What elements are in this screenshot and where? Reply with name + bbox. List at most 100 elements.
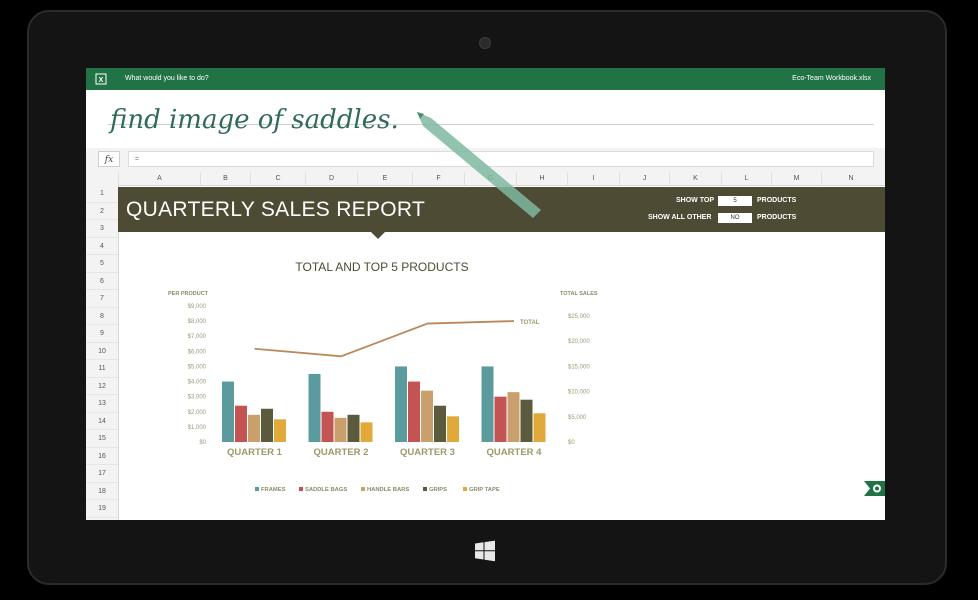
y-tick-label: $7,000 [188, 334, 207, 340]
column-header[interactable]: G [464, 172, 516, 185]
bar [507, 392, 520, 442]
column-headers: ABCDEFGHIJKLMN [86, 172, 885, 186]
windows-logo-icon[interactable] [474, 540, 496, 562]
row-header[interactable]: 11 [86, 360, 118, 378]
camera-icon [479, 37, 491, 49]
legend-swatch [299, 487, 303, 491]
show-other-label: SHOW ALL OTHER [648, 214, 712, 221]
y-tick-label: $3,000 [188, 395, 207, 401]
legend-label: GRIPS [429, 487, 447, 493]
insert-function-button[interactable]: fx [98, 151, 120, 167]
workbook-name: Eco-Team Workbook.xlsx [792, 75, 871, 82]
y-tick-label: $4,000 [188, 380, 207, 386]
banner-pointer [371, 232, 385, 239]
column-header[interactable]: H [516, 172, 567, 185]
bar [222, 381, 234, 442]
bar [235, 405, 247, 442]
column-header[interactable]: F [412, 172, 464, 185]
report-banner: QUARTERLY SALES REPORT SHOW TOP 5 PRODUC… [118, 187, 885, 239]
column-header[interactable]: C [250, 172, 305, 185]
excel-logo-icon: X [95, 73, 107, 85]
legend-swatch [255, 487, 259, 491]
tell-me-search[interactable]: What would you like to do? [125, 75, 209, 82]
bar [347, 414, 360, 442]
row-header[interactable]: 17 [86, 465, 118, 483]
row-header[interactable]: 5 [86, 255, 118, 273]
formula-bar: fx = [86, 148, 885, 173]
y-tick-label: $6,000 [188, 349, 207, 355]
bar [494, 396, 507, 442]
legend-label: HANDLE BARS [367, 487, 409, 493]
column-header[interactable]: M [771, 172, 821, 185]
row-header[interactable]: 18 [86, 483, 118, 500]
sales-chart[interactable]: TOTAL AND TOP 5 PRODUCTS PER PRODUCT TOTAL… [118, 240, 885, 510]
column-header[interactable]: L [721, 172, 771, 185]
bar [447, 416, 459, 442]
row-header[interactable]: 6 [86, 273, 118, 290]
row-header[interactable]: 16 [86, 448, 118, 465]
y2-tick-label: $10,000 [568, 390, 590, 396]
row-header[interactable]: 13 [86, 395, 118, 413]
row-header[interactable]: 14 [86, 413, 118, 430]
show-top-label: SHOW TOP [676, 197, 714, 204]
row-header[interactable]: 7 [86, 290, 118, 308]
ink-text: find image of saddles. [108, 105, 399, 135]
y-tick-label: $2,000 [188, 410, 207, 416]
ink-input-area[interactable]: find image of saddles. [86, 90, 885, 149]
bar [334, 417, 347, 442]
bar [533, 413, 546, 442]
row-headers: 1 2 3 4 5 6 7 8 9 10 11 12 13 14 15 16 17 18 19 [86, 185, 119, 520]
bar [481, 366, 494, 442]
formula-input[interactable]: = [128, 151, 874, 167]
row-header[interactable]: 8 [86, 308, 118, 325]
row-header[interactable]: 9 [86, 325, 118, 343]
navigation-flag[interactable] [864, 481, 885, 496]
x-tick-label: QUARTER 2 [314, 447, 369, 458]
bar [248, 414, 260, 442]
show-top-input[interactable]: 5 [718, 196, 752, 206]
chart-title: TOTAL AND TOP 5 PRODUCTS [295, 260, 468, 274]
column-header[interactable]: A [118, 172, 200, 185]
x-tick-label: QUARTER 3 [400, 447, 455, 458]
bar [421, 390, 433, 442]
y-tick-label: $8,000 [188, 319, 207, 325]
y-tick-label: $1,000 [188, 425, 207, 431]
title-bar: X What would you like to do? Eco-Team Wo… [86, 68, 885, 90]
column-header[interactable]: J [619, 172, 669, 185]
show-other-input[interactable]: NO [718, 213, 752, 223]
row-header[interactable]: 19 [86, 500, 118, 518]
y-axis-label: PER PRODUCT [168, 291, 209, 297]
y2-tick-label: $15,000 [568, 364, 590, 370]
column-header[interactable]: D [305, 172, 357, 185]
column-header[interactable]: E [357, 172, 412, 185]
bar [395, 366, 407, 442]
y2-tick-label: $20,000 [568, 339, 590, 345]
nav-circle-icon [864, 481, 881, 496]
show-top-suffix: PRODUCTS [757, 197, 797, 204]
svg-text:X: X [99, 77, 104, 84]
total-line [254, 320, 515, 358]
column-header[interactable]: K [669, 172, 721, 185]
row-header[interactable]: 15 [86, 430, 118, 448]
bar [520, 399, 533, 442]
row-header[interactable]: 10 [86, 343, 118, 360]
legend-label: GRIP TAPE [469, 487, 500, 493]
bar [308, 374, 321, 442]
row-header[interactable]: 4 [86, 238, 118, 255]
row-header[interactable]: 12 [86, 378, 118, 395]
row-header[interactable]: 1 [86, 185, 118, 203]
column-header[interactable]: N [821, 172, 880, 185]
bar [360, 422, 373, 442]
legend-swatch [423, 487, 427, 491]
row-header[interactable]: 2 [86, 203, 118, 220]
column-header[interactable]: I [567, 172, 619, 185]
handwritten-query: find image of saddles. [108, 105, 399, 135]
y-tick-label: $5,000 [188, 364, 207, 370]
y2-axis-label: TOTAL SALES [560, 291, 598, 297]
row-header[interactable]: 3 [86, 220, 118, 238]
y2-tick-label: $5,000 [568, 415, 587, 421]
column-header[interactable]: B [200, 172, 250, 185]
bar [434, 405, 446, 442]
legend-swatch [463, 487, 467, 491]
y2-tick-label: $0 [568, 440, 575, 446]
